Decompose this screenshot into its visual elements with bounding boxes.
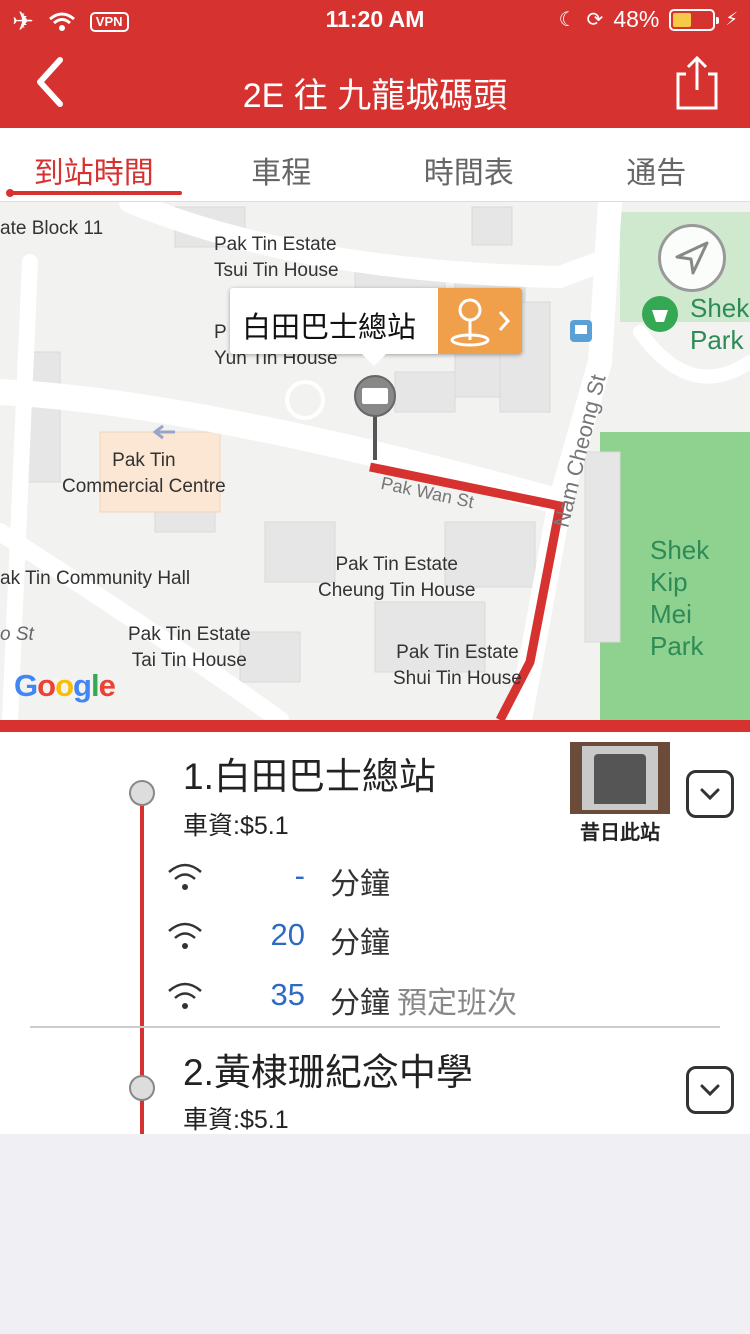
map-label: Pak Tin Estate Tai Tin House [128, 624, 251, 671]
map-label: ak Tin Community Hall [0, 568, 191, 589]
map-label: Pak Tin Commercial Centre [62, 450, 226, 497]
tab-arrival-time[interactable]: 到站時間 [0, 128, 188, 201]
stop-popup[interactable]: 白田巴士總站 [230, 288, 522, 366]
old-photo-thumbnail[interactable]: 昔日此站 [570, 742, 670, 844]
locate-me-button[interactable] [658, 224, 726, 292]
eta-unit: 分鐘 [330, 868, 390, 901]
eta-row: 35 分鐘 預定班次 [165, 977, 585, 1020]
map-label: Pak Tin Estate Cheung Tin House [318, 554, 476, 601]
eta-minutes: - [294, 858, 305, 893]
realtime-signal-icon [168, 863, 202, 890]
eta-row: - 分鐘 [165, 858, 585, 901]
expand-button[interactable] [686, 1066, 734, 1114]
location-pin-icon [450, 298, 511, 347]
eta-unit: 分鐘 [330, 987, 390, 1020]
stop-fare: 車資:$5.1 [183, 812, 289, 840]
tab-bar: 到站時間 車程 時間表 通告 [0, 128, 750, 202]
map-label-park: Shek Park [690, 293, 750, 355]
tab-timetable[interactable]: 時間表 [375, 128, 563, 201]
stop-name[interactable]: 2.黃棣珊紀念中學 [183, 1042, 473, 1096]
map-label: Pak Tin Estate Tsui Tin House [214, 234, 339, 281]
google-logo: Google [14, 668, 116, 703]
map-label-street: o St [0, 624, 34, 645]
expand-button[interactable] [686, 770, 734, 818]
thumbnail-caption: 昔日此站 [580, 820, 660, 844]
scheduled-note: 預定班次 [397, 987, 517, 1020]
stop-name[interactable]: 1.白田巴士總站 [183, 746, 436, 800]
tab-journey[interactable]: 車程 [188, 128, 376, 201]
page-title: 2E 往 九龍城碼頭 [242, 77, 508, 115]
charging-icon: ⚡ [725, 9, 738, 29]
eta-minutes: 35 [270, 977, 305, 1012]
stop-dot [129, 780, 155, 806]
eta-unit: 分鐘 [330, 927, 390, 960]
nav-bar: 2E 往 九龍城碼頭 [0, 40, 750, 128]
realtime-signal-icon [168, 982, 202, 1009]
rotation-lock-icon: ⟳ [586, 9, 604, 31]
share-icon[interactable] [672, 54, 722, 112]
stop-dot [129, 1075, 155, 1101]
moon-icon: ☾ [558, 9, 577, 31]
stop-list: 1.白田巴士總站 車資:$5.1 昔日此站 - 分鐘 20 分鐘 35 分鐘 預… [0, 732, 750, 1134]
navigation-arrow-icon [675, 241, 709, 275]
stop-fare: 車資:$5.1 [183, 1106, 289, 1134]
chevron-down-icon [700, 788, 720, 801]
eta-minutes: 20 [270, 917, 305, 952]
battery-icon [669, 8, 720, 31]
map-view[interactable]: ate Block 11 Pak Tin Estate Tsui Tin Hous… [0, 202, 750, 720]
eta-row: 20 分鐘 [165, 917, 585, 960]
map-label: Pak Tin Estate Shui Tin House [393, 642, 522, 689]
tab-notice[interactable]: 通告 [563, 128, 750, 201]
map-divider [0, 720, 750, 732]
map-label-park: Shek Kip Mei Park [650, 535, 710, 661]
stop-separator [30, 1026, 720, 1028]
map-label: ate Block 11 [0, 218, 104, 239]
battery-percent: 48% [613, 6, 660, 32]
popup-title: 白田巴士總站 [242, 312, 417, 344]
top-bar: ✈ VPN 11:20 AM ☾ ⟳ 48% ⚡ 2E 往 九龍城碼頭 [0, 0, 750, 128]
status-bar: ✈ VPN 11:20 AM ☾ ⟳ 48% ⚡ [0, 0, 750, 40]
realtime-signal-icon [168, 922, 202, 949]
chevron-down-icon [700, 1084, 720, 1097]
street-view-button[interactable] [438, 288, 522, 354]
